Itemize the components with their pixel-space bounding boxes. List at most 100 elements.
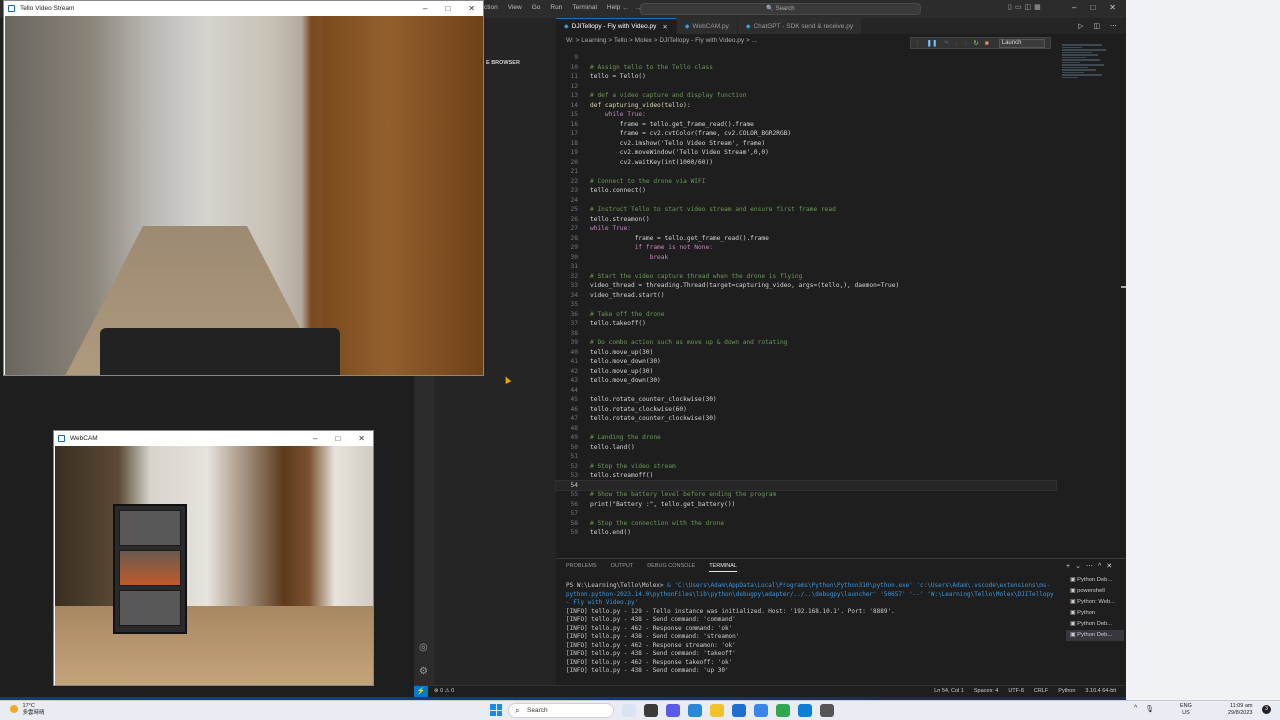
code-line[interactable]: 18 cv2.imshow('Tello Video Stream', fram… <box>556 139 1056 149</box>
menu-terminal[interactable]: Terminal <box>572 4 597 11</box>
code-line[interactable]: 29 if frame is not None: <box>556 243 1056 253</box>
code-line[interactable]: 13 # def a video capture and display func… <box>556 91 1056 101</box>
code-line[interactable]: 32 # Start the video capture thread when … <box>556 272 1056 282</box>
language-indicator[interactable]: ENG US <box>1180 703 1192 717</box>
terminal-item[interactable]: ▣ Python: Web... <box>1066 597 1124 608</box>
code-line[interactable]: 23 tello.connect() <box>556 186 1056 196</box>
maximize-icon[interactable]: □ <box>335 431 340 446</box>
code-line[interactable]: 52 # Stop the video stream <box>556 462 1056 472</box>
code-line[interactable]: 11 tello = Tello() <box>556 72 1056 82</box>
panel-tab-terminal[interactable]: TERMINAL <box>709 563 737 572</box>
editor-actions[interactable]: ▷ ◫ ⋯ <box>1078 22 1121 30</box>
tab-webcam[interactable]: ◆ WebCAM.py <box>676 18 738 34</box>
panel-tab-debug-console[interactable]: DEBUG CONSOLE <box>647 563 695 572</box>
weather-widget[interactable]: 17°C 多雲時晴 <box>10 703 45 717</box>
code-line[interactable]: 42 tello.move_up(30) <box>556 367 1056 377</box>
code-line[interactable]: 40 tello.move_up(30) <box>556 348 1056 358</box>
code-line[interactable]: 16 frame = tello.get_frame_read().frame <box>556 120 1056 130</box>
tab-chatgpt-sdk[interactable]: ◆ ChatGPT - SDK send & receive.py <box>737 18 863 34</box>
code-line[interactable]: 14 def capturing_video(tello): <box>556 101 1056 111</box>
code-editor[interactable]: 9 10 # Assign tello to the Tello class 11 te… <box>555 53 1057 538</box>
maximize-icon[interactable]: □ <box>445 1 450 16</box>
code-line[interactable]: 55 # Show the battery level before ending… <box>556 490 1056 500</box>
panel-tab-problems[interactable]: PROBLEMS <box>566 563 597 572</box>
code-line[interactable]: 37 tello.takeoff() <box>556 319 1056 329</box>
layout-controls[interactable]: ▯▭◫▦ <box>1008 3 1044 11</box>
breadcrumb[interactable]: W: > Learning > Tello > Molex > DJITello… <box>566 37 757 44</box>
pause-icon[interactable]: ❚❚ <box>927 39 938 47</box>
code-line[interactable]: 51 <box>556 452 1056 462</box>
minimize-icon[interactable]: – <box>313 431 317 446</box>
code-line[interactable]: 26 tello.streamon() <box>556 215 1056 225</box>
taskbar-search[interactable]: ⌕ Search <box>508 703 614 718</box>
code-line[interactable]: 19 cv2.moveWindow('Tello Video Stream',0… <box>556 148 1056 158</box>
stop-icon[interactable]: ■ <box>985 40 989 47</box>
minimap[interactable] <box>1062 44 1114 104</box>
maximize-icon[interactable]: □ <box>1090 3 1095 12</box>
scrollbar-marker[interactable] <box>1121 286 1126 288</box>
code-line[interactable]: 36 # Take off the drone <box>556 310 1056 320</box>
panel-tab-output[interactable]: OUTPUT <box>611 563 634 572</box>
tab-fly-with-video[interactable]: ◆ DJITellopy - Fly with Video.py ✕ <box>556 18 677 34</box>
menu-help[interactable]: Help <box>607 4 620 11</box>
code-line[interactable]: 9 <box>556 53 1056 63</box>
terminal-item-active[interactable]: ▣ Python Deb... <box>1066 630 1124 641</box>
code-line[interactable]: 35 <box>556 300 1056 310</box>
chat-icon[interactable] <box>666 704 680 717</box>
status-eol[interactable]: CRLF <box>1034 688 1048 694</box>
command-center-search[interactable]: 🔍 Search <box>640 3 921 15</box>
code-line[interactable]: 21 <box>556 167 1056 177</box>
code-line[interactable]: 56 print("Battery :", tello.get_battery()… <box>556 500 1056 510</box>
code-line[interactable]: 28 frame = tello.get_frame_read().frame <box>556 234 1056 244</box>
minimize-icon[interactable]: – <box>1072 3 1076 12</box>
menu-go[interactable]: Go <box>532 4 541 11</box>
menu-view[interactable]: View <box>508 4 522 11</box>
task-view-icon[interactable] <box>644 704 658 717</box>
remote-indicator-icon[interactable]: ⚡ <box>414 686 428 697</box>
code-line[interactable]: 31 <box>556 262 1056 272</box>
status-encoding[interactable]: UTF-8 <box>1008 688 1024 694</box>
windows-start-icon[interactable] <box>490 704 502 716</box>
restart-icon[interactable]: ↻ <box>973 39 978 47</box>
code-line[interactable]: 54 <box>555 479 1057 491</box>
status-language[interactable]: Python <box>1058 688 1075 694</box>
panel-actions[interactable]: +⌄⋯^✕ <box>1066 562 1117 570</box>
code-line[interactable]: 49 # Landing the drone <box>556 433 1056 443</box>
drag-handle-icon[interactable]: ⋮ <box>914 39 921 47</box>
close-icon[interactable]: ✕ <box>1109 3 1116 12</box>
store-icon[interactable] <box>732 704 746 717</box>
code-line[interactable]: 17 frame = cv2.cvtColor(frame, cv2.COLOR… <box>556 129 1056 139</box>
code-line[interactable]: 25 # Instruct Tello to start video stream… <box>556 205 1056 215</box>
code-line[interactable]: 38 <box>556 329 1056 339</box>
code-line[interactable]: 59 tello.end() <box>556 528 1056 538</box>
code-line[interactable]: 33 video_thread = threading.Thread(target… <box>556 281 1056 291</box>
microphone-icon[interactable]: 🎙 <box>1145 705 1154 713</box>
code-line[interactable]: 15 while True: <box>556 110 1056 120</box>
code-line[interactable]: 27 while True: <box>556 224 1056 234</box>
step-over-icon[interactable]: ↷ <box>943 39 948 47</box>
code-line[interactable]: 43 tello.move_down(30) <box>556 376 1056 386</box>
code-line[interactable]: 47 tello.rotate_counter_clockwise(30) <box>556 414 1056 424</box>
code-line[interactable]: 39 # Do combo action such as move up & do… <box>556 338 1056 348</box>
code-line[interactable]: 50 tello.land() <box>556 443 1056 453</box>
terminal-item[interactable]: ▣ Python Deb... <box>1066 619 1124 630</box>
clock[interactable]: 11:09 am 29/8/2023 <box>1228 703 1252 717</box>
launch-config-select[interactable]: Launch <box>998 38 1045 48</box>
code-line[interactable]: 41 tello.move_down(30) <box>556 357 1056 367</box>
status-interpreter[interactable]: 3.10.4 64-bit <box>1085 688 1116 694</box>
chevron-up-icon[interactable]: ^ <box>1134 705 1137 713</box>
webcam-window-titlebar[interactable]: WebCAM – □ ✕ <box>54 431 373 446</box>
code-line[interactable]: 46 tello.rotate_clockwise(60) <box>556 405 1056 415</box>
code-line[interactable]: 30 break <box>556 253 1056 263</box>
step-out-icon[interactable]: ↑ <box>964 40 967 47</box>
code-line[interactable]: 12 <box>556 82 1056 92</box>
terminal-item[interactable]: ▣ Python <box>1066 608 1124 619</box>
manage-gear-icon[interactable]: ⚙ <box>419 666 428 677</box>
terminal-output[interactable]: PS W:\Learning\Tello\Molex> & 'C:\Users\… <box>566 582 1060 676</box>
status-cursor-position[interactable]: Ln 54, Col 1 <box>934 688 964 694</box>
minimize-icon[interactable]: – <box>423 1 427 16</box>
vscode-icon[interactable] <box>798 704 812 717</box>
notification-badge[interactable]: 3 <box>1262 705 1271 714</box>
chrome-icon[interactable] <box>776 704 790 717</box>
file-explorer-icon[interactable] <box>710 704 724 717</box>
